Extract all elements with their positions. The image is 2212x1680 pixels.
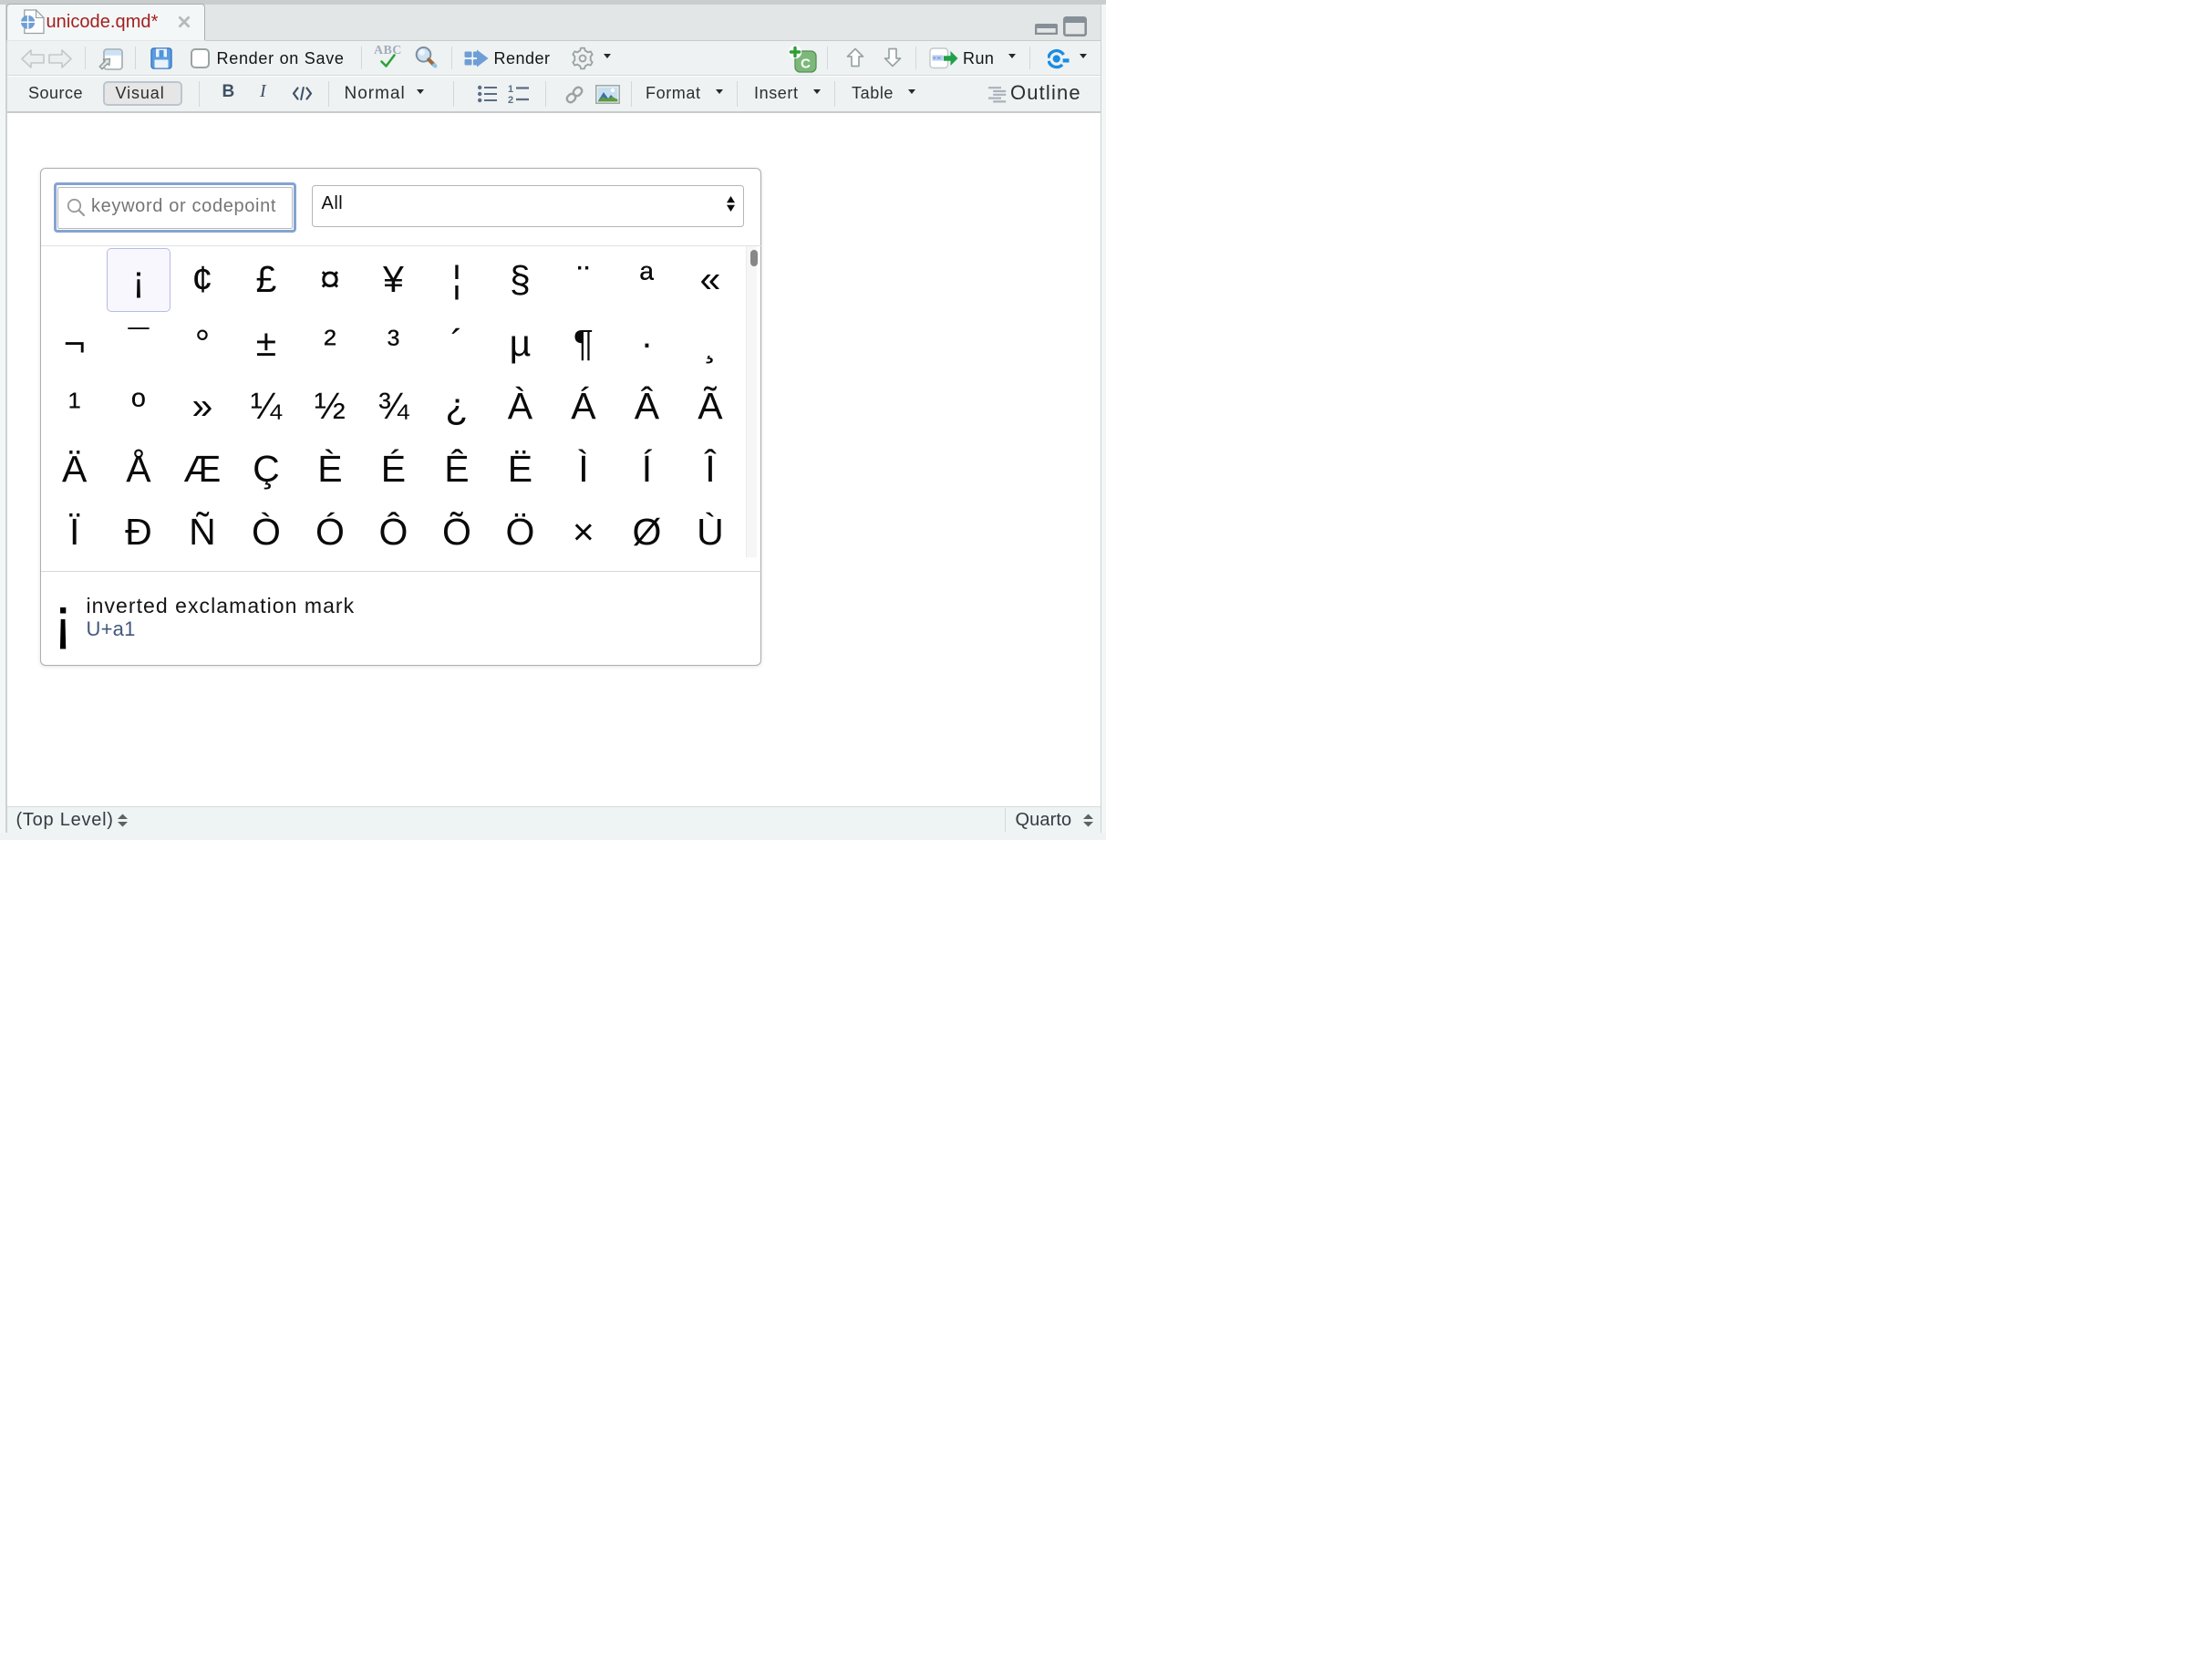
svg-text:C: C (801, 56, 811, 71)
svg-text:1: 1 (508, 84, 513, 95)
svg-text:2: 2 (508, 95, 513, 104)
